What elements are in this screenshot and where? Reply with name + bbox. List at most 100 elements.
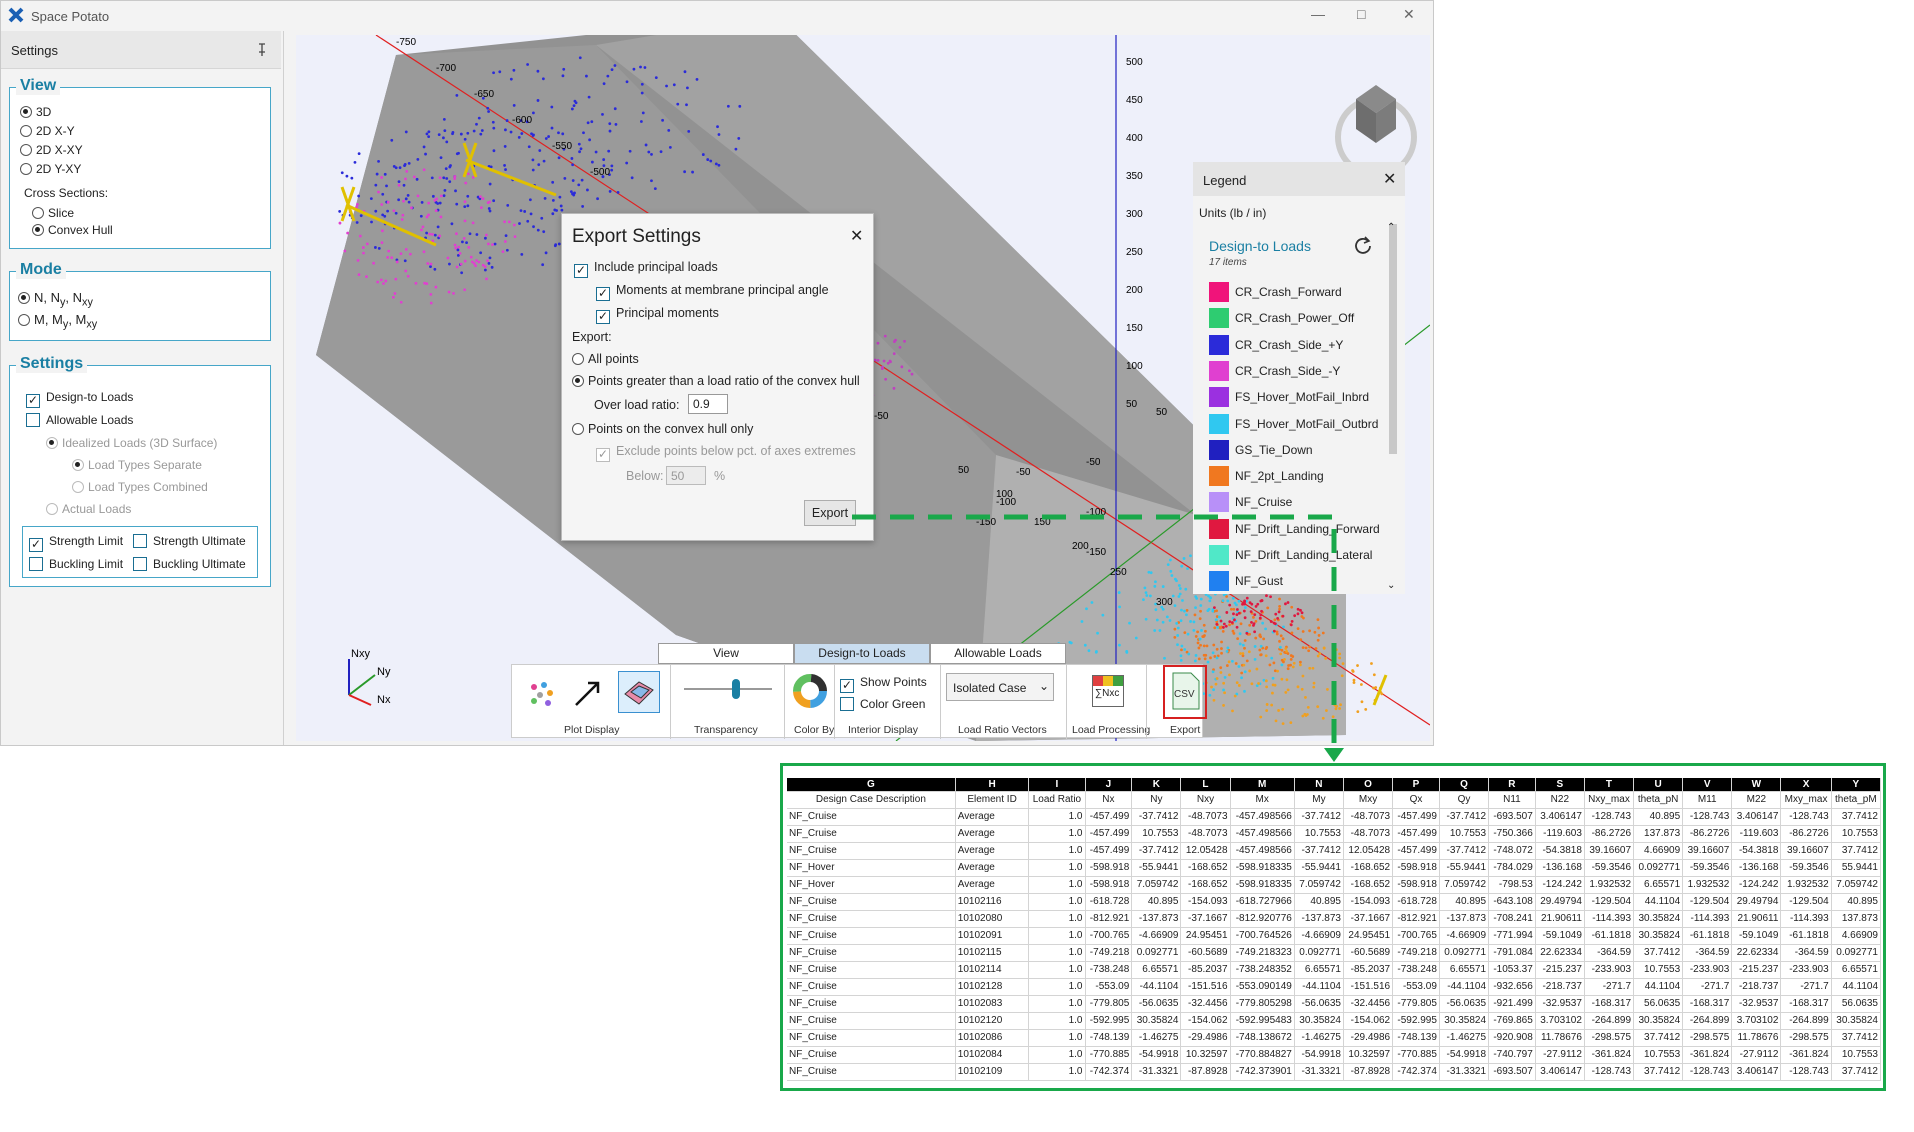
csv-table: G H I J K L M N O P Q R S T U V W X Y Design Case Descripti… <box>787 778 1882 1081</box>
table-row: NF_Cruise 10102086 1.0 -748.139 -1.46275 -29.… <box>787 1029 1882 1047</box>
cell: X <box>1780 778 1832 792</box>
cell: 1.0 <box>1028 995 1086 1013</box>
cell: 37.7412 <box>1831 808 1882 826</box>
cell: -264.899 <box>1584 1012 1635 1030</box>
cell: -27.9112 <box>1731 1046 1782 1064</box>
cell: -32.4456 <box>1343 995 1394 1013</box>
cell: -215.237 <box>1535 961 1585 979</box>
cell: 10102120 <box>955 1012 1030 1030</box>
cell: -779.805 <box>1085 995 1133 1013</box>
cell: 0.092771 <box>1633 859 1684 877</box>
cell: -37.1667 <box>1343 910 1394 928</box>
cell: -361.824 <box>1780 1046 1832 1064</box>
cell: 10.7553 <box>1439 825 1490 843</box>
cell: -361.824 <box>1682 1046 1733 1064</box>
cell: theta_pN <box>1633 791 1684 809</box>
cell: M <box>1230 778 1295 792</box>
cell: -129.504 <box>1780 893 1832 911</box>
cell: -44.1104 <box>1131 978 1182 996</box>
cell: -553.09 <box>1392 978 1440 996</box>
cell: NF_Cruise <box>787 842 956 860</box>
table-row: NF_Cruise 10102091 1.0 -700.765 -4.66909 24.9… <box>787 927 1882 945</box>
cell: -748.072 <box>1488 842 1536 860</box>
header-row: Design Case Description Element ID Load Ra… <box>787 791 1882 809</box>
cell: -32.4456 <box>1180 995 1231 1013</box>
cell: -1.46275 <box>1131 1029 1182 1047</box>
cell: -740.797 <box>1488 1046 1536 1064</box>
cell: -298.575 <box>1682 1029 1733 1047</box>
cell: -748.139 <box>1085 1029 1133 1047</box>
cell: S <box>1535 778 1585 792</box>
cell: -87.8928 <box>1180 1063 1231 1081</box>
cell: NF_Cruise <box>787 825 956 843</box>
cell: -364.59 <box>1780 944 1832 962</box>
cell: 3.406147 <box>1535 808 1585 826</box>
cell: -457.499 <box>1392 842 1440 860</box>
cell: -742.374 <box>1085 1063 1133 1081</box>
cell: 7.059742 <box>1439 876 1490 894</box>
cell: 30.35824 <box>1633 927 1684 945</box>
cell: -37.7412 <box>1131 842 1182 860</box>
cell: -592.995 <box>1085 1012 1133 1030</box>
cell: -920.908 <box>1488 1029 1536 1047</box>
cell: -700.765 <box>1392 927 1440 945</box>
cell: -770.884827 <box>1230 1046 1295 1064</box>
cell: 10102115 <box>955 944 1030 962</box>
cell: -54.3818 <box>1731 842 1782 860</box>
cell: -770.885 <box>1085 1046 1133 1064</box>
cell: -298.575 <box>1584 1029 1635 1047</box>
cell: -168.317 <box>1682 995 1733 1013</box>
dashed-connector-line <box>852 514 1337 745</box>
cell: Average <box>955 859 1030 877</box>
cell: 24.95451 <box>1180 927 1231 945</box>
cell: Mxy_max <box>1780 791 1832 809</box>
cell: Mx <box>1230 791 1295 809</box>
cell: 10102083 <box>955 995 1030 1013</box>
cell: -86.2726 <box>1682 825 1733 843</box>
cell: -1.46275 <box>1294 1029 1344 1047</box>
cell: -59.3546 <box>1682 859 1733 877</box>
cell: -55.9441 <box>1294 859 1344 877</box>
cell: 44.1104 <box>1633 978 1684 996</box>
cell: 40.895 <box>1131 893 1182 911</box>
cell: -618.728 <box>1085 893 1133 911</box>
cell: -44.1104 <box>1294 978 1344 996</box>
cell: -771.994 <box>1488 927 1536 945</box>
cell: 4.66909 <box>1633 842 1684 860</box>
cell: -136.168 <box>1731 859 1782 877</box>
cell: 1.0 <box>1028 842 1086 860</box>
cell: V <box>1682 778 1733 792</box>
cell: -738.248 <box>1085 961 1133 979</box>
cell: -59.3546 <box>1584 859 1635 877</box>
cell: 3.703102 <box>1535 1012 1585 1030</box>
cell: -215.237 <box>1731 961 1782 979</box>
table-row: NF_Hover Average 1.0 -598.918 7.059742 -168.6… <box>787 876 1882 894</box>
cell: -85.2037 <box>1343 961 1394 979</box>
cell: -56.0635 <box>1294 995 1344 1013</box>
cell: W <box>1731 778 1782 792</box>
cell: 10102091 <box>955 927 1030 945</box>
cell: 37.7412 <box>1633 944 1684 962</box>
cell: -738.248352 <box>1230 961 1295 979</box>
cell: 6.65571 <box>1633 876 1684 894</box>
cell: 21.90611 <box>1535 910 1585 928</box>
cell: -114.393 <box>1584 910 1635 928</box>
cell: -598.918 <box>1392 859 1440 877</box>
cell: 7.059742 <box>1294 876 1344 894</box>
table-row: NF_Cruise 10102083 1.0 -779.805 -56.0635 -32.… <box>787 995 1882 1013</box>
cell: NF_Cruise <box>787 927 956 945</box>
cell: -271.7 <box>1780 978 1832 996</box>
cell: -749.218323 <box>1230 944 1295 962</box>
cell: -128.743 <box>1780 808 1832 826</box>
cell: -738.248 <box>1392 961 1440 979</box>
cell: 3.703102 <box>1731 1012 1782 1030</box>
cell: NF_Hover <box>787 876 956 894</box>
cell: 6.65571 <box>1439 961 1490 979</box>
cell: -37.7412 <box>1294 808 1344 826</box>
cell: -592.995 <box>1392 1012 1440 1030</box>
table-row: NF_Cruise 10102115 1.0 -749.218 0.092771 -60.… <box>787 944 1882 962</box>
cell: -48.7073 <box>1180 825 1231 843</box>
cell: -37.7412 <box>1131 808 1182 826</box>
cell: -154.062 <box>1343 1012 1394 1030</box>
cell: 10.7553 <box>1294 825 1344 843</box>
